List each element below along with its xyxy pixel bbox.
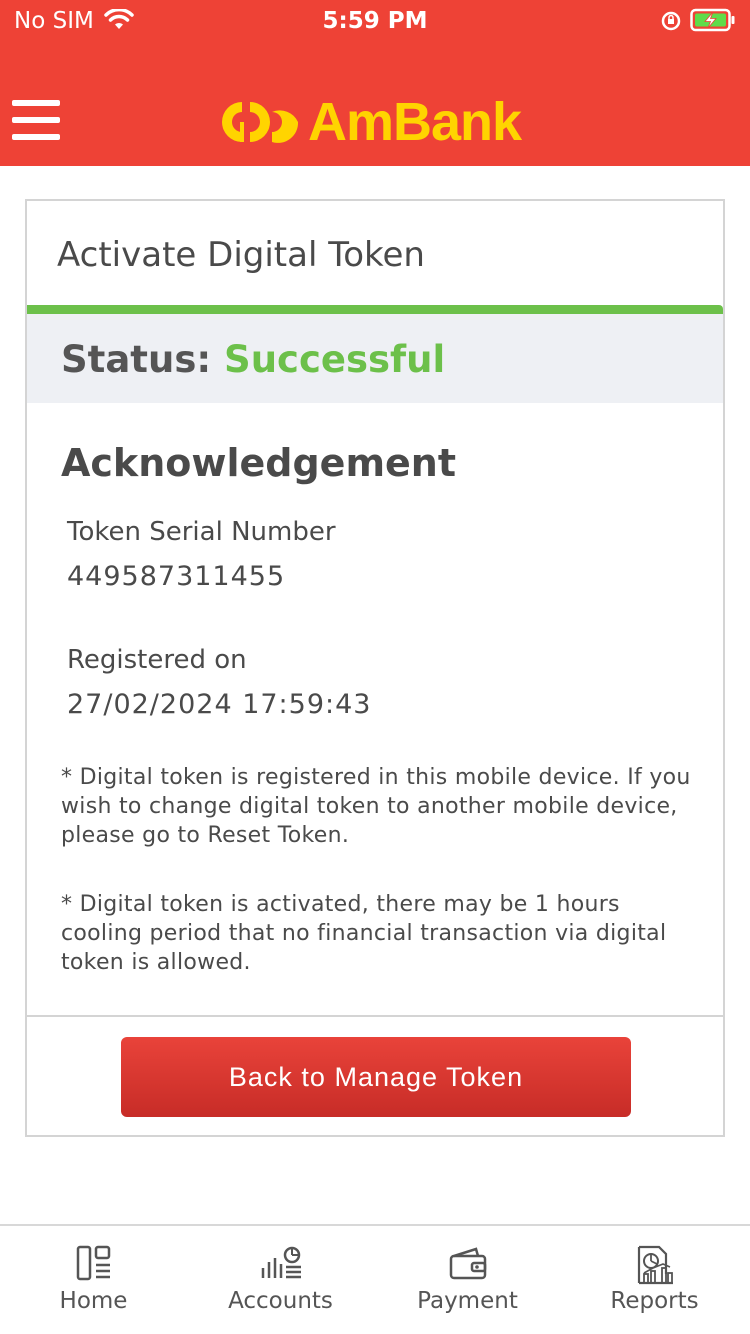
page-title: Activate Digital Token bbox=[57, 235, 425, 275]
registered-on-value: 27/02/2024 17:59:43 bbox=[67, 689, 372, 720]
device-registration-note: * Digital token is registered in this mo… bbox=[61, 765, 691, 848]
status-label: Status: bbox=[61, 338, 212, 381]
tab-accounts[interactable]: Accounts bbox=[187, 1226, 374, 1334]
tab-payment-label: Payment bbox=[417, 1288, 518, 1314]
tab-home[interactable]: Home bbox=[0, 1226, 187, 1334]
accounts-icon bbox=[261, 1246, 301, 1279]
bottom-tab-bar: Home Accounts Payment Reports bbox=[0, 1224, 750, 1334]
ambank-logo: AmBank bbox=[220, 92, 522, 152]
registered-on-label: Registered on bbox=[67, 645, 247, 675]
clock-text: 5:59 PM bbox=[322, 8, 428, 34]
ambank-logo-mark-icon bbox=[222, 102, 299, 143]
status-row: Status: Successful bbox=[27, 314, 723, 403]
status-value: Successful bbox=[224, 338, 446, 381]
card-divider bbox=[27, 1015, 723, 1017]
tab-reports[interactable]: Reports bbox=[561, 1226, 748, 1334]
tab-reports-label: Reports bbox=[610, 1288, 699, 1314]
battery-icon bbox=[690, 8, 736, 36]
tab-accounts-label: Accounts bbox=[228, 1288, 333, 1314]
success-bar bbox=[27, 305, 723, 314]
status-text: Status: Successful bbox=[61, 338, 445, 381]
app-header: No SIM 5:59 PM AmBank bbox=[0, 0, 750, 166]
back-to-manage-token-button[interactable]: Back to Manage Token bbox=[121, 1037, 631, 1117]
home-icon bbox=[76, 1245, 110, 1281]
rotation-lock-icon bbox=[660, 10, 682, 36]
brand-name: AmBank bbox=[308, 92, 522, 152]
wallet-icon bbox=[449, 1247, 486, 1280]
serial-number-value: 449587311455 bbox=[67, 561, 286, 592]
app-root: No SIM 5:59 PM AmBank Activate Digital T… bbox=[0, 0, 750, 1334]
tab-home-label: Home bbox=[59, 1288, 128, 1314]
cooling-period-note: * Digital token is activated, there may … bbox=[61, 892, 667, 975]
reports-icon bbox=[637, 1245, 673, 1285]
tab-payment[interactable]: Payment bbox=[374, 1226, 561, 1334]
acknowledgement-heading: Acknowledgement bbox=[61, 441, 457, 485]
hamburger-menu-icon[interactable] bbox=[12, 100, 60, 142]
serial-number-label: Token Serial Number bbox=[67, 517, 336, 547]
status-bar: No SIM 5:59 PM bbox=[0, 0, 750, 40]
activation-card: Activate Digital Token Status: Successfu… bbox=[25, 199, 725, 1137]
